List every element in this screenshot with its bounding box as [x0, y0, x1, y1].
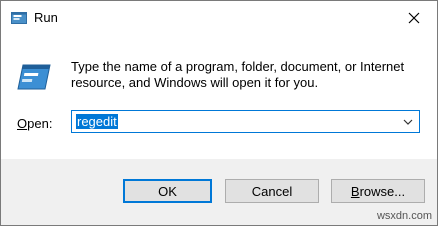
close-button[interactable]: [391, 1, 437, 35]
close-icon: [408, 12, 420, 24]
browse-label: rowse...: [359, 183, 406, 199]
ok-button[interactable]: OK: [123, 179, 212, 203]
run-large-icon: [17, 64, 51, 90]
window-title: Run: [34, 10, 58, 25]
open-label-text: pen:: [27, 116, 53, 131]
instruction-line-1: Type the name of a program, folder, docu…: [71, 59, 405, 74]
open-input-value[interactable]: regedit: [76, 114, 118, 129]
run-icon: [11, 12, 27, 24]
open-label-accesskey: O: [17, 116, 28, 131]
browse-button[interactable]: Browse...: [331, 179, 425, 203]
title-bar[interactable]: Run: [1, 1, 437, 35]
browse-accesskey: B: [350, 183, 360, 199]
instruction-line-2: resource, and Windows will open it for y…: [71, 75, 319, 90]
open-label: Open:: [17, 116, 52, 131]
open-combobox[interactable]: regedit: [71, 110, 420, 133]
chevron-down-icon[interactable]: [403, 117, 413, 127]
watermark: wsxdn.com: [376, 210, 432, 222]
cancel-button[interactable]: Cancel: [225, 179, 319, 203]
run-dialog: Run Type the name of a program, folder, …: [0, 0, 438, 226]
instruction-text: Type the name of a program, folder, docu…: [71, 59, 421, 91]
